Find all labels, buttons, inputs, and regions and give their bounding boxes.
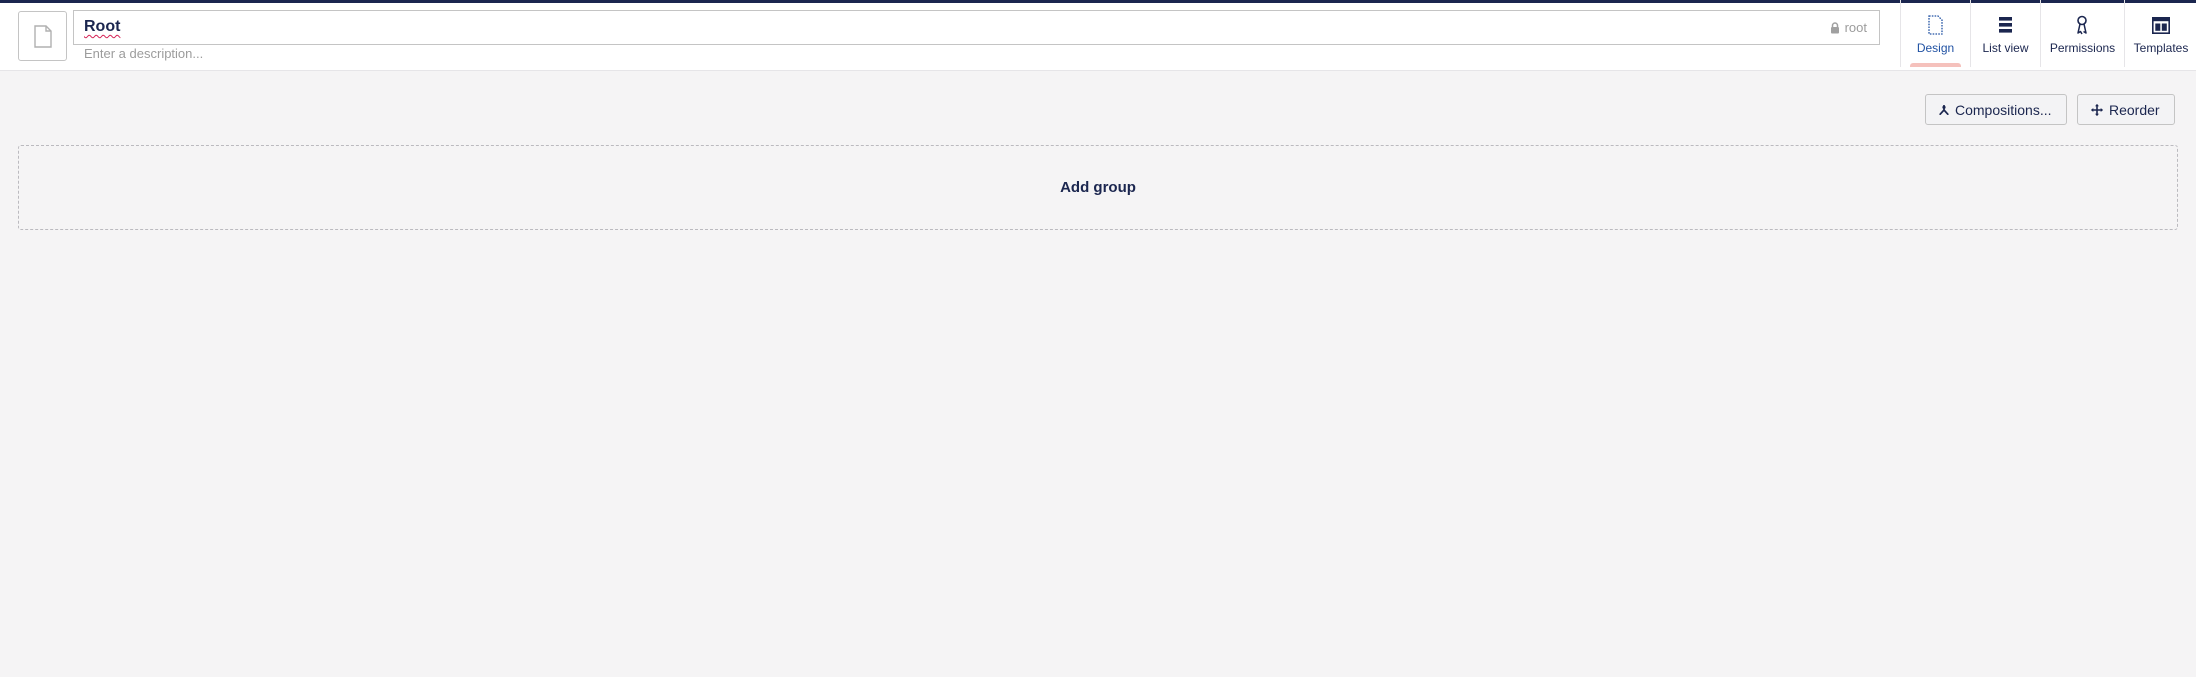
- icon-picker-button[interactable]: [18, 11, 67, 61]
- description-input[interactable]: Enter a description...: [84, 46, 203, 61]
- name-value: Root: [84, 18, 121, 35]
- tab-templates[interactable]: Templates: [2125, 0, 2196, 67]
- document-icon: [33, 24, 52, 48]
- move-icon: [2091, 103, 2103, 116]
- alias-value: root: [1844, 20, 1867, 35]
- lock-icon: [1830, 21, 1839, 33]
- tab-list-view[interactable]: List view: [1971, 0, 2041, 67]
- add-group-label: Add group: [1060, 179, 1136, 196]
- tab-design-label: Design: [1916, 41, 1955, 55]
- reorder-label: Reorder: [2109, 101, 2160, 118]
- permissions-icon: [2076, 15, 2087, 35]
- templates-icon: [2152, 16, 2170, 34]
- reorder-button[interactable]: Reorder: [2077, 94, 2175, 125]
- active-tab-indicator: [1910, 63, 1961, 67]
- compositions-label: Compositions...: [1955, 101, 2052, 118]
- tab-permissions-label: Permissions: [2049, 41, 2116, 55]
- add-group-button[interactable]: Add group: [18, 145, 2178, 230]
- list-icon: [1999, 17, 2012, 33]
- tab-list-view-label: List view: [1982, 41, 2029, 55]
- compositions-button[interactable]: Compositions...: [1925, 94, 2067, 125]
- merge-icon: [1939, 104, 1949, 115]
- tab-design[interactable]: Design: [1901, 0, 1971, 67]
- tab-templates-label: Templates: [2133, 41, 2189, 55]
- tab-permissions[interactable]: Permissions: [2041, 0, 2125, 67]
- document-outline-icon: [1928, 15, 1943, 35]
- editor-header: Root root Enter a description...: [0, 3, 2196, 71]
- name-input[interactable]: Root root: [73, 10, 1880, 45]
- editor-tabs: Design List view Permissions Templates: [1900, 0, 2196, 67]
- alias-field[interactable]: root: [1830, 20, 1867, 35]
